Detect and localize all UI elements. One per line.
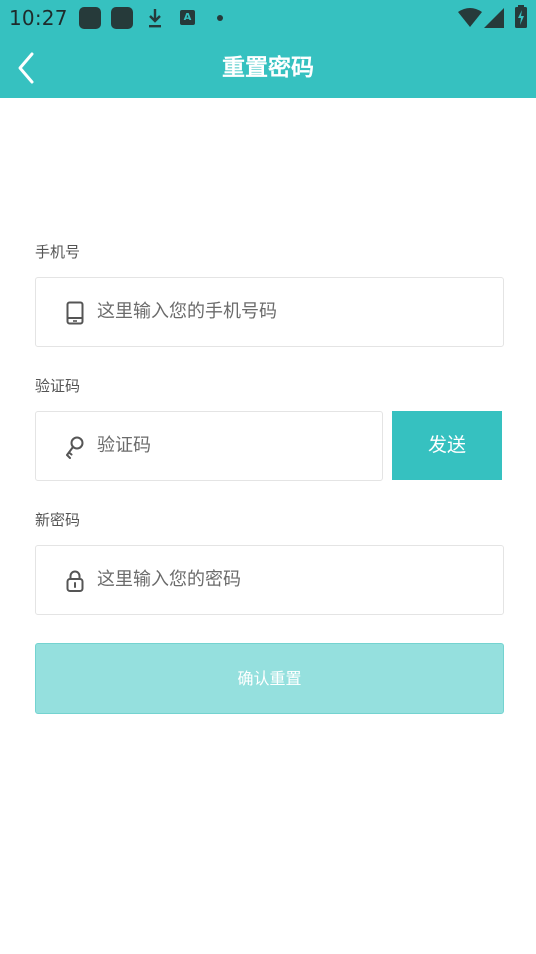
password-placeholder: 这里输入您的密码: [97, 569, 241, 590]
phone-input[interactable]: 这里输入您的手机号码: [35, 277, 504, 347]
app-header: 10:27 A 重置密码: [0, 0, 536, 98]
app-notification-icon: [111, 7, 133, 29]
signal-icon: [484, 8, 504, 28]
wifi-icon: [458, 8, 482, 27]
lock-icon: [66, 570, 84, 592]
phone-label: 手机号: [35, 243, 81, 261]
status-time: 10:27: [9, 6, 68, 30]
confirm-reset-button[interactable]: 确认重置: [35, 643, 504, 714]
code-label: 验证码: [35, 377, 81, 395]
page-title: 重置密码: [222, 55, 314, 81]
code-input[interactable]: 验证码: [35, 411, 383, 481]
battery-charging-icon: [515, 5, 527, 28]
status-bar: 10:27 A: [0, 0, 536, 36]
phone-placeholder: 这里输入您的手机号码: [97, 301, 277, 322]
a-badge-icon: A: [180, 10, 195, 25]
tablet-icon: [66, 301, 84, 325]
app-notification-icon: [79, 7, 101, 29]
key-icon: [66, 436, 84, 459]
code-placeholder: 验证码: [97, 435, 151, 456]
password-label: 新密码: [35, 511, 81, 529]
password-input[interactable]: 这里输入您的密码: [35, 545, 504, 615]
send-code-button[interactable]: 发送: [392, 411, 502, 480]
dot-icon: [217, 15, 223, 21]
download-icon: [149, 9, 161, 28]
